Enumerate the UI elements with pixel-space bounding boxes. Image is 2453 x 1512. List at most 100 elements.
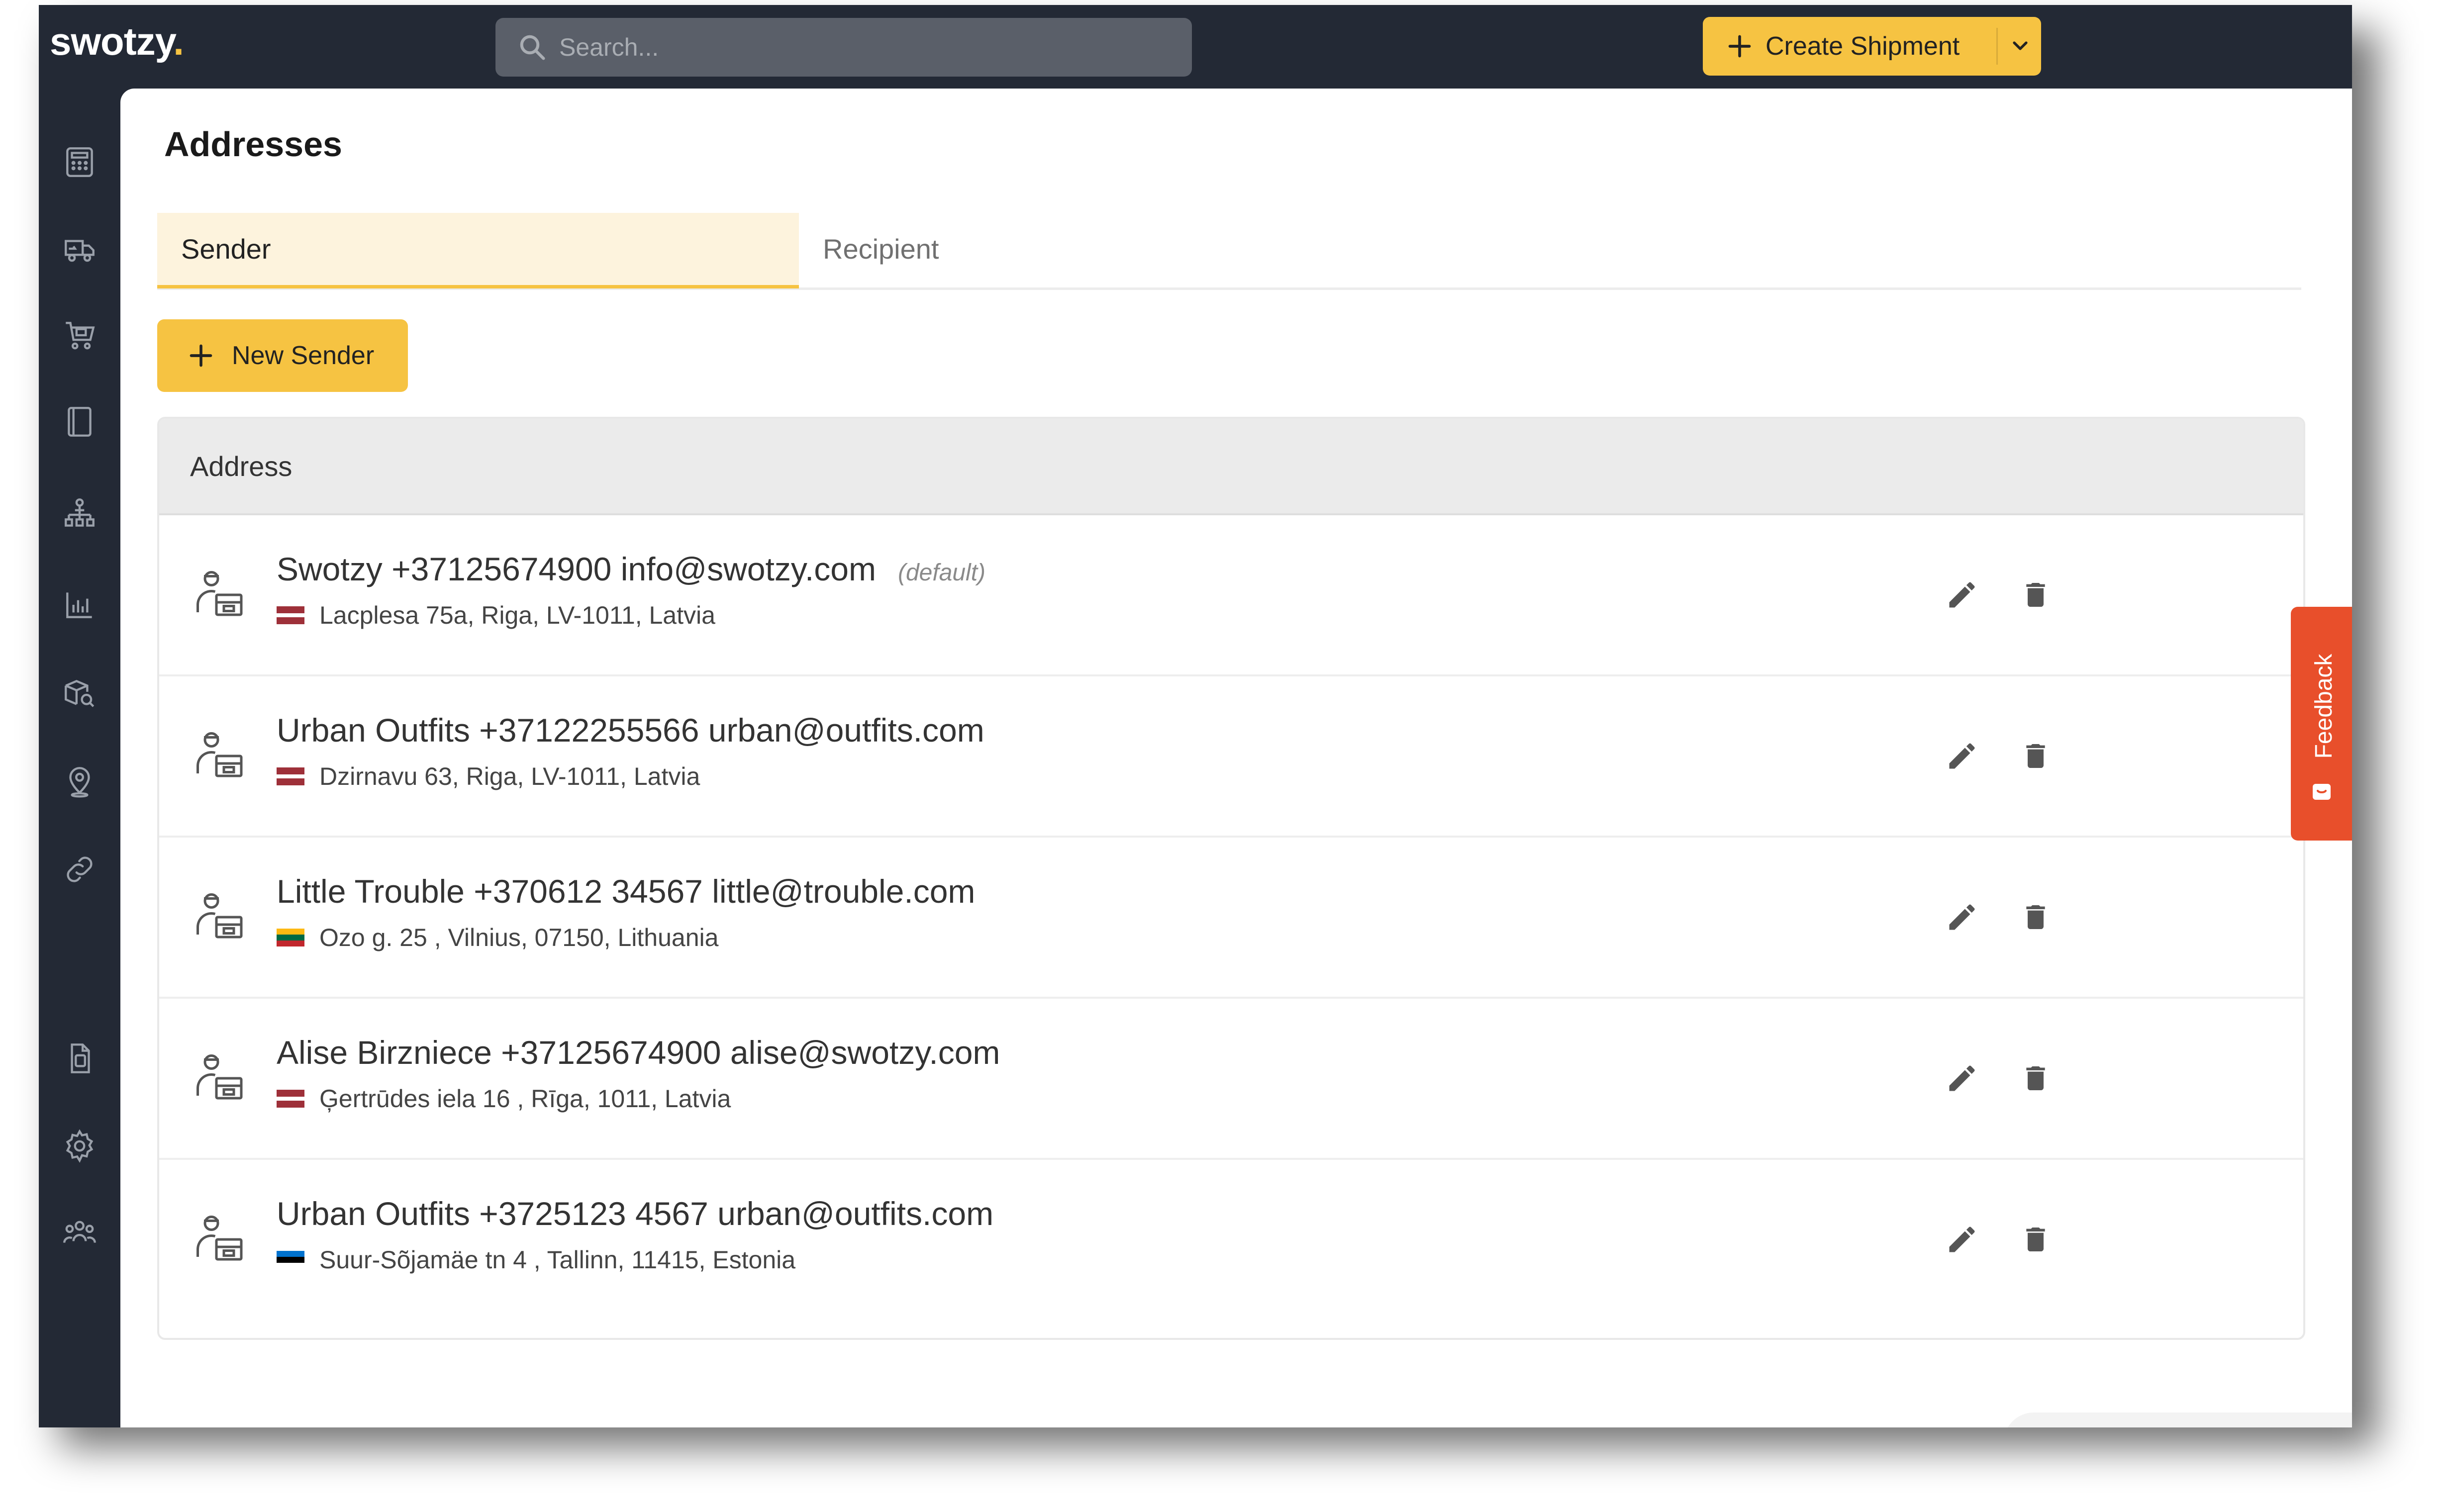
create-shipment-button[interactable]: Create Shipment [1703,17,2041,76]
edit-pencil-icon[interactable] [1945,900,1979,934]
delete-trash-icon[interactable] [2020,1061,2052,1095]
link-icon [67,856,93,882]
address-title: Swotzy +37125674900 info@swotzy.com (defa… [277,550,985,588]
plus-icon [190,344,212,367]
table-row[interactable]: Urban Outfits +37122255566 urban@outfits… [159,676,2303,838]
latvia-flag-icon [277,767,304,786]
logo[interactable]: swotzy. [50,19,184,64]
latvia-flag-icon [277,606,304,625]
sidebar-item-documents[interactable] [57,1036,102,1081]
address-details: Ģertrūdes iela 16 , Rīga, 1011, Latvia [277,1084,731,1113]
settings-gear-icon [66,1129,94,1163]
top-bar: swotzy. Create Shipment [39,5,2352,89]
tab-sender-label: Sender [181,233,271,265]
latvia-flag-icon [277,1090,304,1108]
sender-person-icon [196,571,243,616]
edit-pencil-icon[interactable] [1945,1061,1979,1095]
sender-person-icon [196,732,243,777]
address-tabs: Sender Recipient [157,213,2301,290]
address-text: Suur-Sõjamäe tn 4 , Tallinn, 11415, Esto… [319,1246,796,1274]
address-title: Little Trouble +370612 34567 little@trou… [277,872,975,910]
calculator-icon [66,147,93,177]
search-bar[interactable] [495,17,1192,77]
app-window: swotzy. Create Shipment [39,5,2352,1427]
sidebar-item-orders[interactable] [57,312,102,358]
tab-recipient[interactable]: Recipient [799,213,1441,285]
table-row[interactable]: Urban Outfits +3725123 4567 urban@outfit… [159,1160,2303,1319]
sidebar-item-warehouses[interactable] [57,490,102,536]
button-divider [1996,28,1998,65]
address-details: Dzirnavu 63, Riga, LV-1011, Latvia [277,762,700,791]
package-search-icon [65,679,95,707]
sender-person-icon [196,1216,243,1261]
address-title-text: Urban Outfits +37122255566 urban@outfits… [277,712,984,749]
table-row[interactable]: Little Trouble +370612 34567 little@trou… [159,838,2303,999]
feedback-label: Feedback [2311,654,2337,759]
delete-trash-icon[interactable] [2020,900,2052,934]
tab-recipient-label: Recipient [823,233,939,265]
delivery-truck-icon [65,240,95,262]
edit-pencil-icon[interactable] [1945,578,1979,612]
logo-dot: . [173,19,184,63]
estonia-flag-icon [277,1251,304,1269]
address-title: Urban Outfits +37122255566 urban@outfits… [277,711,984,749]
sidebar-item-shipments[interactable] [57,226,102,272]
address-title: Alise Birzniece +37125674900 alise@swotz… [277,1034,1000,1071]
sidebar-item-addresses[interactable] [57,759,102,805]
shopping-cart-icon [66,322,95,350]
edit-pencil-icon[interactable] [1945,739,1979,773]
tablet-icon [68,407,92,437]
location-pin-icon [69,767,90,798]
column-header-address: Address [190,450,293,482]
main-content: Addresses Sender Recipient New Sender Ad… [120,89,2352,1427]
search-input[interactable] [547,17,1192,77]
address-title: Urban Outfits +3725123 4567 urban@outfit… [277,1195,993,1232]
sidebar [39,89,120,1427]
sidebar-item-integrations[interactable] [57,847,102,892]
create-shipment-label: Create Shipment [1766,32,1960,61]
edit-pencil-icon[interactable] [1945,1223,1979,1256]
bar-chart-icon [66,592,92,618]
sidebar-item-settings[interactable] [57,1123,102,1169]
sidebar-item-analytics[interactable] [57,582,102,628]
page-title: Addresses [164,125,342,164]
address-details: Ozo g. 25 , Vilnius, 07150, Lithuania [277,923,718,952]
new-sender-label: New Sender [232,341,375,370]
logo-text: swotzy [50,19,174,63]
address-text: Ozo g. 25 , Vilnius, 07150, Lithuania [319,924,719,951]
search-icon [520,35,545,60]
delete-trash-icon[interactable] [2020,1223,2052,1256]
table-header: Address [159,419,2303,515]
delete-trash-icon[interactable] [2020,578,2052,612]
address-details: Suur-Sõjamäe tn 4 , Tallinn, 11415, Esto… [277,1245,795,1274]
bottom-widget [2004,1413,2352,1427]
address-text: Ģertrūdes iela 16 , Rīga, 1011, Latvia [319,1085,731,1113]
new-sender-button[interactable]: New Sender [157,319,408,392]
address-title-text: Little Trouble +370612 34567 little@trou… [277,873,976,910]
address-details: Lacplesa 75a, Riga, LV-1011, Latvia [277,601,715,630]
address-title-text: Swotzy +37125674900 info@swotzy.com [277,551,876,587]
sidebar-item-calculator[interactable] [57,139,102,185]
sender-person-icon [196,1054,243,1100]
document-icon [71,1043,90,1073]
sidebar-item-returns[interactable] [57,399,102,445]
chevron-down-icon[interactable] [2008,34,2032,58]
chat-icon [2313,784,2331,800]
address-text: Lacplesa 75a, Riga, LV-1011, Latvia [319,601,715,629]
plus-icon [1728,35,1751,58]
feedback-tab[interactable]: Feedback [2291,607,2352,841]
sidebar-item-users[interactable] [57,1211,102,1256]
table-row[interactable]: Alise Birzniece +37125674900 alise@swotz… [159,999,2303,1160]
lithuania-flag-icon [277,929,304,946]
sender-person-icon [196,893,243,939]
table-row[interactable]: Swotzy +37125674900 info@swotzy.com (defa… [159,515,2303,676]
address-table: Address Swotzy +37125674900 info@swotzy.… [157,417,2305,1340]
default-tag: (default) [897,560,986,586]
users-icon [63,1221,96,1243]
sidebar-item-products[interactable] [57,670,102,716]
address-text: Dzirnavu 63, Riga, LV-1011, Latvia [319,762,700,790]
warehouse-network-icon [65,498,95,527]
address-title-text: Alise Birzniece +37125674900 alise@swotz… [277,1034,1000,1071]
tab-sender[interactable]: Sender [157,213,799,288]
delete-trash-icon[interactable] [2020,739,2052,773]
